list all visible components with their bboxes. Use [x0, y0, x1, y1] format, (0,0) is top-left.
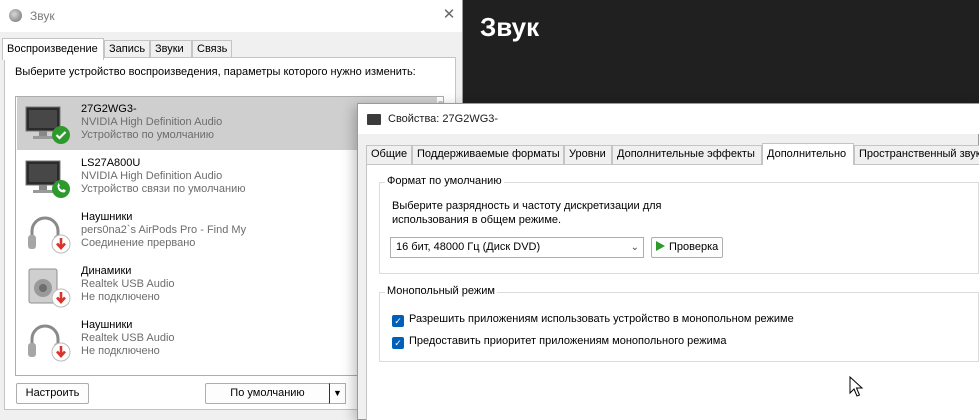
device-name: LS27A800U — [81, 157, 141, 169]
dropdown-arrow-icon[interactable]: ▼ — [329, 383, 346, 404]
speaker-icon — [28, 268, 71, 308]
properties-dialog: Свойства: 27G2WG3- Общие Поддерживаемые … — [357, 103, 979, 420]
default-format-legend: Формат по умолчанию — [385, 175, 504, 187]
sound-titlebar: Звук ✕ — [0, 0, 462, 32]
play-icon — [656, 241, 665, 251]
device-name: Динамики — [81, 265, 132, 277]
headphones-icon — [28, 324, 71, 362]
tab-spatial-sound[interactable]: Пространственный звук — [854, 145, 979, 164]
device-status: Не подключено — [81, 291, 160, 303]
device-driver: pers0na2`s AirPods Pro - Find My — [81, 224, 247, 236]
properties-window-title: Свойства: 27G2WG3- — [388, 113, 499, 125]
device-text: LS27A800U NVIDIA High Definition Audio У… — [81, 157, 245, 196]
device-driver: Realtek USB Audio — [81, 278, 175, 290]
tab-levels[interactable]: Уровни — [564, 145, 612, 164]
configure-button[interactable]: Настроить — [16, 383, 89, 404]
advanced-panel: Формат по умолчанию Выберите разрядность… — [366, 164, 979, 420]
device-status: Устройство связи по умолчанию — [81, 183, 246, 195]
tab-playback[interactable]: Воспроизведение — [2, 38, 104, 60]
checkbox-checked-icon: ✓ — [392, 315, 404, 327]
allow-exclusive-label: Разрешить приложениям использовать устро… — [409, 313, 794, 325]
exclusive-mode-legend: Монопольный режим — [385, 285, 497, 297]
device-driver: NVIDIA High Definition Audio — [81, 116, 223, 128]
monitor-icon — [25, 160, 70, 198]
device-driver: NVIDIA High Definition Audio — [81, 170, 223, 182]
playback-instruction: Выберите устройство воспроизведения, пар… — [15, 66, 416, 78]
mouse-cursor-icon — [849, 376, 864, 397]
sound-window-title: Звук — [30, 9, 55, 23]
allow-exclusive-checkbox[interactable]: ✓ Разрешить приложениям использовать устр… — [392, 313, 794, 327]
test-button-label: Проверка — [669, 241, 719, 253]
checkbox-checked-icon: ✓ — [392, 337, 404, 349]
format-select-value: 16 бит, 48000 Гц (Диск DVD) — [396, 241, 541, 253]
settings-page-title: Звук — [480, 12, 540, 42]
sound-app-icon — [9, 9, 22, 22]
headphones-icon — [28, 216, 71, 254]
monitor-icon — [367, 114, 381, 125]
close-icon[interactable]: ✕ — [438, 4, 460, 26]
default-format-description: Выберите разрядность и частоту дискретиз… — [392, 200, 662, 226]
device-name: Наушники — [81, 211, 133, 223]
tab-advanced[interactable]: Дополнительно — [762, 143, 854, 165]
set-default-button[interactable]: По умолчанию — [205, 383, 330, 404]
format-select[interactable]: 16 бит, 48000 Гц (Диск DVD) ⌄ — [390, 237, 644, 258]
test-button[interactable]: Проверка — [651, 237, 723, 258]
chevron-down-icon: ⌄ — [630, 242, 639, 253]
default-format-group: Формат по умолчанию Выберите разрядность… — [379, 175, 979, 274]
device-name: 27G2WG3- — [81, 103, 137, 115]
device-driver: Realtek USB Audio — [81, 332, 175, 344]
device-text: Наушники Realtek USB Audio Не подключено — [81, 319, 175, 358]
exclusive-priority-label: Предоставить приоритет приложениям моноп… — [409, 335, 727, 347]
device-text: 27G2WG3- NVIDIA High Definition Audio Ус… — [81, 103, 222, 142]
device-status: Не подключено — [81, 345, 160, 357]
device-status: Соединение прервано — [81, 237, 196, 249]
tab-general[interactable]: Общие — [366, 145, 412, 164]
tab-supported-formats[interactable]: Поддерживаемые форматы — [412, 145, 564, 164]
device-status: Устройство по умолчанию — [81, 129, 215, 141]
exclusive-mode-group: Монопольный режим ✓ Разрешить приложениям… — [379, 285, 979, 362]
tab-enhancements[interactable]: Дополнительные эффекты — [612, 145, 762, 164]
properties-titlebar: Свойства: 27G2WG3- — [358, 104, 979, 134]
device-text: Динамики Realtek USB Audio Не подключено — [81, 265, 175, 304]
device-name: Наушники — [81, 319, 133, 331]
exclusive-priority-checkbox[interactable]: ✓ Предоставить приоритет приложениям моно… — [392, 335, 726, 349]
monitor-icon — [25, 106, 70, 144]
device-text: Наушники pers0na2`s AirPods Pro - Find M… — [81, 211, 246, 250]
